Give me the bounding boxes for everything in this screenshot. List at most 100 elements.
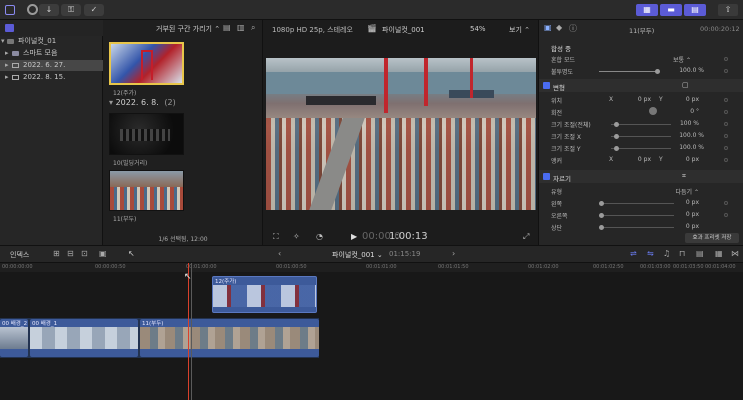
fullscreen-icon[interactable]: ⤢ [523,232,529,242]
select-tool-icon[interactable]: ↖ [128,249,135,258]
keyframe-icon[interactable] [724,110,728,114]
insert-clip-icon[interactable]: ⊟ [67,249,74,258]
share-button[interactable]: ⇧ [718,4,738,16]
background-tasks-button[interactable]: ✓ [84,4,104,16]
primary-clip-bg2[interactable]: 00 배경_2 [0,319,28,357]
opacity-slider[interactable] [599,69,660,74]
slider-knob[interactable] [599,225,604,230]
library-toggle-icon[interactable] [5,5,15,15]
keyframe-icon[interactable] [724,201,728,205]
slider-knob[interactable] [614,134,619,139]
anchor-x-value[interactable]: 0 px [611,156,651,163]
slider-knob[interactable] [599,213,604,218]
timeline-area[interactable]: 12(주가) 00 배경_2 00 배경_1 11(부두) [0,272,743,400]
clip-thumbnail-12[interactable] [109,42,184,85]
headphones-icon[interactable]: ♫ [663,249,670,258]
keyframe-icon[interactable] [724,213,728,217]
scale-y-slider[interactable] [611,146,671,151]
crop-top-value[interactable]: 0 px [659,223,699,230]
transitions-browser-icon[interactable]: ⋈ [731,249,739,258]
effects-browser-icon[interactable]: ▦ [715,249,723,258]
anchor-y-value[interactable]: 0 px [659,156,699,163]
audio-skimming-icon[interactable]: ⇋ [647,249,654,258]
rotation-dial-icon[interactable] [649,107,657,115]
playhead[interactable] [188,263,189,400]
keyframe-icon[interactable] [724,98,728,102]
sidebar-item-event-0815[interactable]: ▸ 2022. 8. 15. [0,72,103,83]
opacity-value[interactable]: 100.0 % [664,67,704,74]
scale-all-value[interactable]: 100 % [659,120,699,127]
connect-clip-icon[interactable]: ▣ [99,249,107,258]
keyframe-icon[interactable] [724,122,728,126]
keyframe-icon[interactable] [724,57,728,61]
transform-tool-icon[interactable]: ⛶ [273,232,279,242]
slider-knob[interactable] [599,201,604,206]
snapping-icon[interactable]: ⊓ [679,249,685,258]
zoom-dropdown[interactable]: 54% [470,25,486,33]
save-effects-preset-button[interactable]: 효과 프리셋 저장 [685,233,739,243]
filmstrip-icon[interactable]: ▥ [237,23,245,32]
slider-knob[interactable] [655,69,660,74]
workspace-timeline-toggle[interactable]: ▬ [660,4,682,16]
keyframe-icon[interactable] [724,146,728,150]
transform-checkbox[interactable] [543,82,550,89]
disclosure-right-icon[interactable]: ▸ [5,48,9,59]
crop-right-value[interactable]: 0 px [659,211,699,218]
scale-x-slider[interactable] [611,134,671,139]
color-inspector-icon[interactable]: ◆ [556,23,562,32]
transform-section[interactable]: 변형 ▢ [539,79,743,92]
timecode-display[interactable]: 1:00:13 [389,231,428,242]
position-x-value[interactable]: 0 px [611,96,651,103]
keyframe-icon[interactable] [724,158,728,162]
workspace-browser-toggle[interactable]: ▦ [636,4,658,16]
sidebar-item-smart-collections[interactable]: ▸ 스마트 모음 [0,48,103,59]
clip-appearance-icon[interactable]: ▤ [223,23,231,32]
timeline-ruler[interactable]: 00:00:00:00 00:00:00:50 00:01:00:00 00:0… [0,263,743,272]
date-group-header[interactable]: ▾ 2022. 6. 8. (2) [109,98,176,107]
search-icon[interactable]: ⌕ [251,23,255,33]
sidebar-item-event-0627[interactable]: ▸ 2022. 6. 27. [0,60,103,71]
crop-onscreen-icon[interactable]: ⌗ [682,172,686,181]
play-icon[interactable]: ▶ [351,232,357,242]
import-button[interactable]: ↓ [39,4,59,16]
transform-onscreen-icon[interactable]: ▢ [682,81,689,89]
primary-clip-11[interactable]: 11(부두) [140,319,319,357]
sidebar-item-library[interactable]: ▾ 파이널컷_01 [0,36,103,47]
append-clip-icon[interactable]: ⊞ [53,249,60,258]
enhance-tool-icon[interactable]: ✧ [293,232,300,242]
crop-type-dropdown[interactable]: 다듬기 ⌃ [659,187,700,196]
photos-icon[interactable] [27,4,38,15]
scale-y-value[interactable]: 100.0 % [664,144,704,151]
workspace-inspector-toggle[interactable]: ▤ [684,4,706,16]
position-y-value[interactable]: 0 px [659,96,699,103]
clip-thumbnail-11[interactable] [109,170,184,211]
primary-clip-bg1[interactable]: 00 배경_1 [30,319,138,357]
clip-filter-dropdown[interactable]: 거부된 구간 가리기 ⌃ [156,24,220,34]
crop-left-value[interactable]: 0 px [659,199,699,206]
overwrite-clip-icon[interactable]: ⊡ [81,249,88,258]
disclosure-down-icon[interactable]: ▾ [1,36,5,47]
disclosure-right-icon[interactable]: ▸ [5,60,9,71]
forward-icon[interactable]: › [452,249,455,258]
clip-appearance-icon[interactable]: ▤ [696,249,704,258]
keyword-button[interactable]: ⚿ [61,4,81,16]
slider-knob[interactable] [614,146,619,151]
keyframe-icon[interactable] [724,69,728,73]
scale-x-value[interactable]: 100.0 % [664,132,704,139]
info-inspector-icon[interactable]: ⓘ [569,23,577,34]
rotation-value[interactable]: 0 ° [659,108,699,115]
back-icon[interactable]: ‹ [278,249,281,258]
keyframe-icon[interactable] [724,134,728,138]
speed-tool-icon[interactable]: ◔ [316,232,323,242]
blend-mode-dropdown[interactable]: 보통 ⌃ [651,55,691,64]
clip-thumbnail-10[interactable] [109,113,184,155]
skimming-icon[interactable]: ⇌ [630,249,637,258]
compositing-section[interactable]: 합성 중 [539,40,743,53]
timeline-project-name[interactable]: 파이널컷_001 ⌄ [332,250,383,260]
video-inspector-icon[interactable]: ▣ [544,23,552,32]
disclosure-right-icon[interactable]: ▸ [5,72,9,83]
connected-clip-12[interactable]: 12(주가) [212,276,317,313]
index-button[interactable]: 인덱스 [10,250,29,260]
slider-knob[interactable] [614,122,619,127]
view-dropdown[interactable]: 보기 ⌃ [509,25,530,35]
